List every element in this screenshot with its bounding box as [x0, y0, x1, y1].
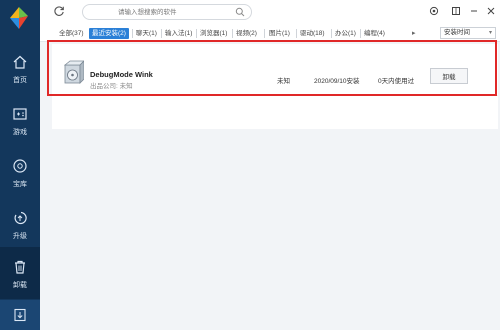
sidebar: 首页 游戏 宝库 升级 卸载 [0, 0, 40, 330]
search-icon[interactable] [235, 7, 245, 17]
list-item[interactable]: DebugMode Wink 出品公司: 未知 未知 2020/09/10安装 … [52, 54, 498, 96]
app-install-date: 2020/09/10安装 [314, 78, 360, 85]
sort-select[interactable]: 安装时间 ▾ [440, 27, 496, 39]
skin-icon[interactable] [450, 5, 462, 17]
content-background [40, 129, 500, 330]
sidebar-item-uninstall[interactable]: 卸载 [0, 247, 40, 299]
sidebar-item-treasure[interactable]: 宝库 [0, 149, 40, 195]
app-list: DebugMode Wink 出品公司: 未知 未知 2020/09/10安装 … [52, 44, 498, 129]
settings-icon[interactable] [428, 5, 440, 17]
category-tabs: 全部(37) 最近安装(2) 聊天(1) 输入法(1) 浏览器(1) 视频(2)… [40, 24, 500, 42]
tab-divider [360, 29, 361, 38]
home-icon [10, 52, 30, 72]
trash-icon [10, 257, 30, 277]
tab-divider [196, 29, 197, 38]
minimize-icon[interactable] [468, 5, 480, 17]
tab-divider [132, 29, 133, 38]
chevron-down-icon: ▾ [488, 30, 492, 36]
sidebar-item-label: 宝库 [13, 180, 27, 188]
tab-recent-installs[interactable]: 最近安装(2) [89, 28, 129, 39]
sidebar-item-label: 首页 [13, 76, 27, 84]
tab-video[interactable]: 视频(2) [236, 28, 257, 39]
tab-divider [232, 29, 233, 38]
upgrade-icon [10, 208, 30, 228]
tab-images[interactable]: 图片(1) [269, 28, 290, 39]
close-icon[interactable] [485, 5, 497, 17]
tab-divider [264, 29, 265, 38]
tab-input-method[interactable]: 输入法(1) [165, 28, 192, 39]
app-publisher: 出品公司: 未知 [90, 83, 133, 90]
tab-programming[interactable]: 编程(4) [364, 28, 385, 39]
tab-chat[interactable]: 聊天(1) [136, 28, 157, 39]
app-name: DebugMode Wink [90, 70, 153, 79]
app-last-used: 0天内使用过 [378, 78, 415, 85]
sidebar-item-games[interactable]: 游戏 [0, 97, 40, 143]
sidebar-item-label: 升级 [13, 232, 27, 240]
tab-divider [296, 29, 297, 38]
top-bar [40, 0, 500, 24]
tab-office[interactable]: 办公(1) [335, 28, 356, 39]
search-input[interactable] [118, 7, 238, 18]
sort-select-label: 安装时间 [444, 29, 470, 36]
sidebar-item-upgrade[interactable]: 升级 [0, 201, 40, 247]
refresh-icon[interactable] [53, 5, 65, 17]
sidebar-item-label: 游戏 [13, 128, 27, 136]
sidebar-download-button[interactable] [0, 300, 40, 330]
tabs-scroll-right-icon[interactable]: ▸ [412, 29, 416, 37]
download-icon [14, 308, 26, 322]
tab-all[interactable]: 全部(37) [59, 28, 84, 39]
tab-drivers[interactable]: 驱动(18) [300, 28, 325, 39]
gamepad-icon [10, 104, 30, 124]
search-box [82, 4, 252, 20]
treasure-icon [10, 156, 30, 176]
sidebar-item-label: 卸载 [13, 281, 27, 289]
installer-box-icon [63, 60, 84, 84]
tab-browser[interactable]: 浏览器(1) [200, 28, 227, 39]
sidebar-item-home[interactable]: 首页 [0, 45, 40, 91]
app-logo-icon [10, 7, 28, 29]
app-size: 未知 [277, 78, 290, 85]
tab-divider [331, 29, 332, 38]
uninstall-button[interactable]: 卸载 [430, 68, 468, 84]
tab-divider [161, 29, 162, 38]
